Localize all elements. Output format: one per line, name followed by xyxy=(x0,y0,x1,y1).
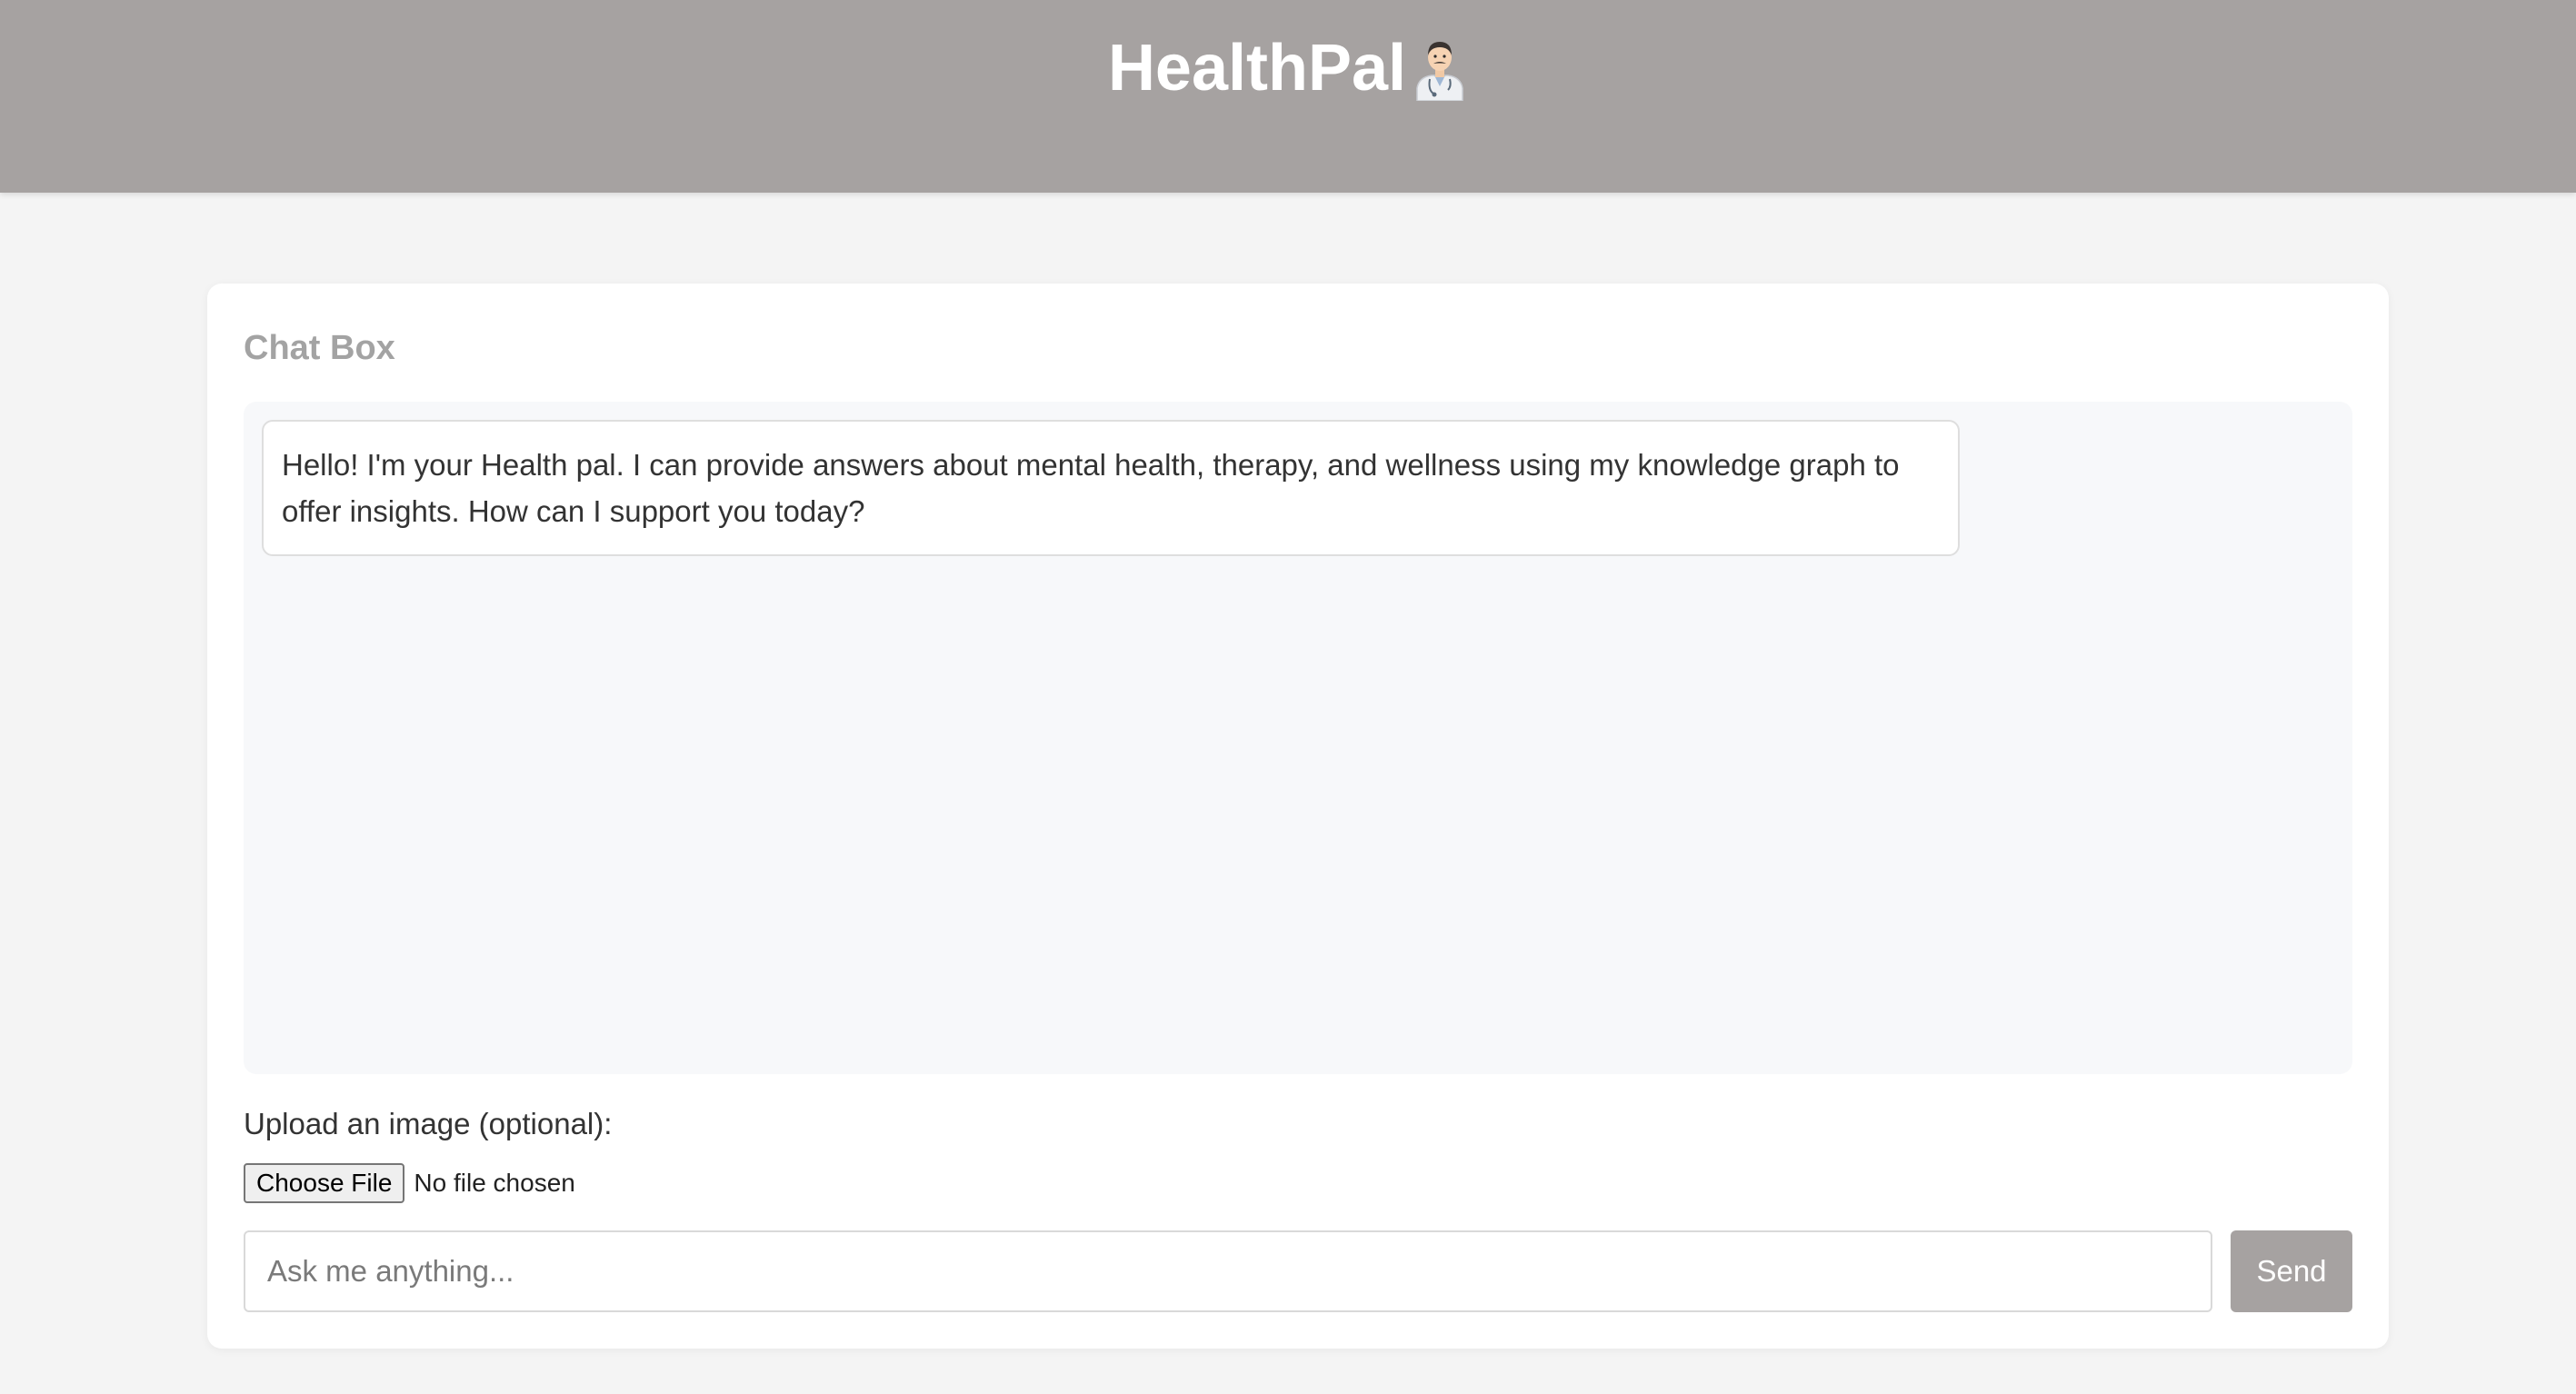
bot-message: Hello! I'm your Health pal. I can provid… xyxy=(262,420,1960,556)
message-composer: Send xyxy=(244,1230,2352,1312)
message-input[interactable] xyxy=(244,1230,2212,1312)
file-upload: Choose File No file chosen xyxy=(244,1163,575,1203)
send-button[interactable]: Send xyxy=(2231,1230,2352,1312)
brand: HealthPal xyxy=(1108,0,1468,136)
file-status: No file chosen xyxy=(414,1169,575,1197)
chat-card: Chat Box Hello! I'm your Health pal. I c… xyxy=(207,284,2389,1349)
app-title: HealthPal xyxy=(1107,32,1407,105)
doctor-icon xyxy=(1412,35,1468,102)
upload-label: Upload an image (optional): xyxy=(244,1107,613,1140)
chat-messages-area[interactable]: Hello! I'm your Health pal. I can provid… xyxy=(244,402,2352,1074)
chat-box-title: Chat Box xyxy=(244,329,395,367)
choose-file-button[interactable]: Choose File xyxy=(244,1163,405,1203)
app-header: HealthPal xyxy=(0,0,2576,193)
